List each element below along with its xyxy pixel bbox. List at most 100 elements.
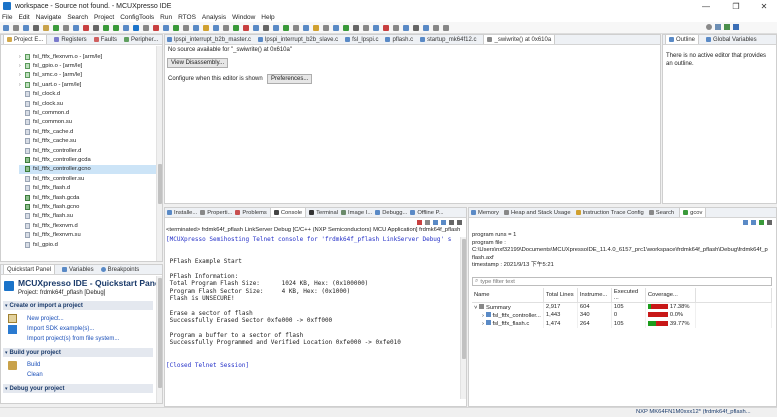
debug-perspective-icon[interactable] [724, 24, 730, 30]
tree-item[interactable]: fsl_ftfx_controller.su [19, 174, 162, 183]
tab-outline[interactable]: Outline [665, 35, 700, 44]
pin-console-icon[interactable] [449, 220, 454, 225]
export-icon[interactable] [767, 220, 772, 225]
project-explorer-scrollbar[interactable] [156, 46, 162, 261]
tree-item[interactable]: › fsl_smc.o - [arm/le] [19, 71, 162, 80]
toolbar-icon-38[interactable] [383, 25, 389, 31]
toolbar-icon-21[interactable] [213, 25, 219, 31]
toolbar-icon-37[interactable] [373, 25, 379, 31]
display-console-icon[interactable] [457, 220, 462, 225]
toolbar-icon-11[interactable] [113, 25, 119, 31]
section-create-import[interactable]: ▾ Create or import a project [3, 301, 153, 310]
toolbar-icon-42[interactable] [423, 25, 429, 31]
tab-lpspi-master[interactable]: lpspi_interrupt_b2b_master.c [167, 37, 251, 43]
tree-item[interactable]: fsl_ftfx_controller.d [19, 146, 162, 155]
toolbar-icon-32[interactable] [323, 25, 329, 31]
menu-project[interactable]: Project [94, 14, 114, 21]
menu-help[interactable]: Help [261, 14, 274, 21]
toolbar-icon-13[interactable] [133, 25, 139, 31]
tab-offline-peripherals[interactable]: Offline P... [410, 210, 444, 216]
toolbar-icon-17[interactable] [173, 25, 179, 31]
toolbar-icon-5[interactable] [53, 25, 59, 31]
tab-terminal[interactable]: Terminal [309, 210, 338, 216]
scrollbar-thumb[interactable] [462, 239, 466, 359]
toolbar-icon-8[interactable] [83, 25, 89, 31]
toolbar-icon-12[interactable] [123, 25, 129, 31]
toolbar-icon-1[interactable] [13, 25, 19, 31]
gcov-row[interactable]: › fsl_ftfx_flash.c 1,474 264 105 39.77% [472, 319, 773, 328]
tab-debugger-console[interactable]: Debugg... [375, 210, 407, 216]
tree-item[interactable]: › fsl_uart.o - [arm/le] [19, 80, 162, 89]
sort-icon[interactable] [751, 220, 756, 225]
toolbar-icon-19[interactable] [193, 25, 199, 31]
toolbar-icon-36[interactable] [363, 25, 369, 31]
tree-item[interactable]: fsl_ftfx_flexnvm.su [19, 230, 162, 239]
tab-variables[interactable]: Variables [62, 267, 94, 273]
scrollbar-thumb[interactable] [158, 164, 162, 204]
toolbar-icon-25[interactable] [253, 25, 259, 31]
toolbar-icon-44[interactable] [443, 25, 449, 31]
terminate-icon[interactable] [417, 220, 422, 225]
toolbar-icon-18[interactable] [183, 25, 189, 31]
toolbar-icon-40[interactable] [403, 25, 409, 31]
tab-heap-stack[interactable]: Heap and Stack Usage [503, 210, 571, 216]
tree-item[interactable]: › fsl_gpio.o - [arm/le] [19, 61, 162, 70]
tree-item[interactable]: fsl_ftfx_cache.d [19, 127, 162, 136]
maximize-button[interactable]: ❐ [722, 0, 750, 12]
tree-item[interactable]: fsl_ftfx_flash.gcno [19, 202, 162, 211]
tree-item[interactable]: fsl_clock.su [19, 99, 162, 108]
tab-gcov[interactable]: gcov [679, 208, 707, 217]
new-project-link[interactable]: New project... [27, 316, 64, 322]
clean-link[interactable]: Clean [27, 372, 43, 378]
tree-item[interactable]: fsl_clock.d [19, 90, 162, 99]
tree-item[interactable]: fsl_ftfx_flash.gcda [19, 193, 162, 202]
tab-lpspi-slave[interactable]: lpspi_interrupt_b2b_slave.c [258, 37, 338, 43]
tab-fsl-lpspi[interactable]: fsl_lpspi.c [345, 37, 378, 43]
develop-perspective-icon[interactable] [733, 24, 739, 30]
toolbar-icon-30[interactable] [303, 25, 309, 31]
menu-rtos[interactable]: RTOS [178, 14, 196, 21]
toolbar-icon-20[interactable] [203, 25, 209, 31]
close-button[interactable]: ✕ [750, 0, 777, 12]
preferences-button[interactable]: Preferences... [267, 74, 313, 84]
tree-item[interactable]: fsl_common.d [19, 108, 162, 117]
perspective-switcher[interactable] [706, 24, 772, 32]
toolbar-icon-39[interactable] [393, 25, 399, 31]
gcov-filter-box[interactable]: ⌕ [472, 277, 772, 286]
col-total-lines[interactable]: Total Lines [543, 288, 578, 303]
section-debug[interactable]: ▾ Debug your project [3, 384, 153, 393]
toolbar-icon-29[interactable] [293, 25, 299, 31]
chart-icon[interactable] [759, 220, 764, 225]
tab-image-info[interactable]: Image I... [341, 210, 372, 216]
toolbar-icon-33[interactable] [333, 25, 339, 31]
scrollbar-thumb[interactable] [158, 278, 162, 388]
tab-startup[interactable]: startup_mk64f12.c [420, 37, 476, 43]
menu-search[interactable]: Search [67, 14, 88, 21]
toolbar-icon-16[interactable] [163, 25, 169, 31]
toolbar-icon-41[interactable] [413, 25, 419, 31]
toolbar-icon-14[interactable] [143, 25, 149, 31]
import-sdk-link[interactable]: Import SDK example(s)... [27, 326, 94, 332]
toolbar-icon-26[interactable] [263, 25, 269, 31]
menu-edit[interactable]: Edit [18, 14, 29, 21]
tab-peripherals[interactable]: Peripher... [124, 37, 158, 43]
toolbar-icon-27[interactable] [273, 25, 279, 31]
remove-launch-icon[interactable] [425, 220, 430, 225]
toolbar-icon-35[interactable] [353, 25, 359, 31]
toolbar-icon-28[interactable] [283, 25, 289, 31]
status-target[interactable]: NXP MK64FN1M0xxx12* (frdmk64f_pflash... [636, 409, 751, 415]
view-disassembly-button[interactable]: View Disassembly... [167, 58, 229, 68]
toolbar-icon-23[interactable] [233, 25, 239, 31]
menu-window[interactable]: Window [232, 14, 255, 21]
section-build[interactable]: ▾ Build your project [3, 348, 153, 357]
toolbar-icon-10[interactable] [103, 25, 109, 31]
toolbar-icon-9[interactable] [93, 25, 99, 31]
tab-breakpoints[interactable]: Breakpoints [100, 267, 139, 273]
scroll-lock-icon[interactable] [441, 220, 446, 225]
tab-pflash[interactable]: pflash.c [385, 37, 413, 43]
gcov-row[interactable]: › fsl_ftfx_controller... 1,443 340 0 0.0% [472, 311, 773, 320]
toolbar-icon-3[interactable] [33, 25, 39, 31]
tree-item[interactable]: fsl_gpio.d [19, 240, 162, 249]
tree-item[interactable]: fsl_ftfx_flash.su [19, 212, 162, 221]
tab-memory[interactable]: Memory [471, 210, 499, 216]
